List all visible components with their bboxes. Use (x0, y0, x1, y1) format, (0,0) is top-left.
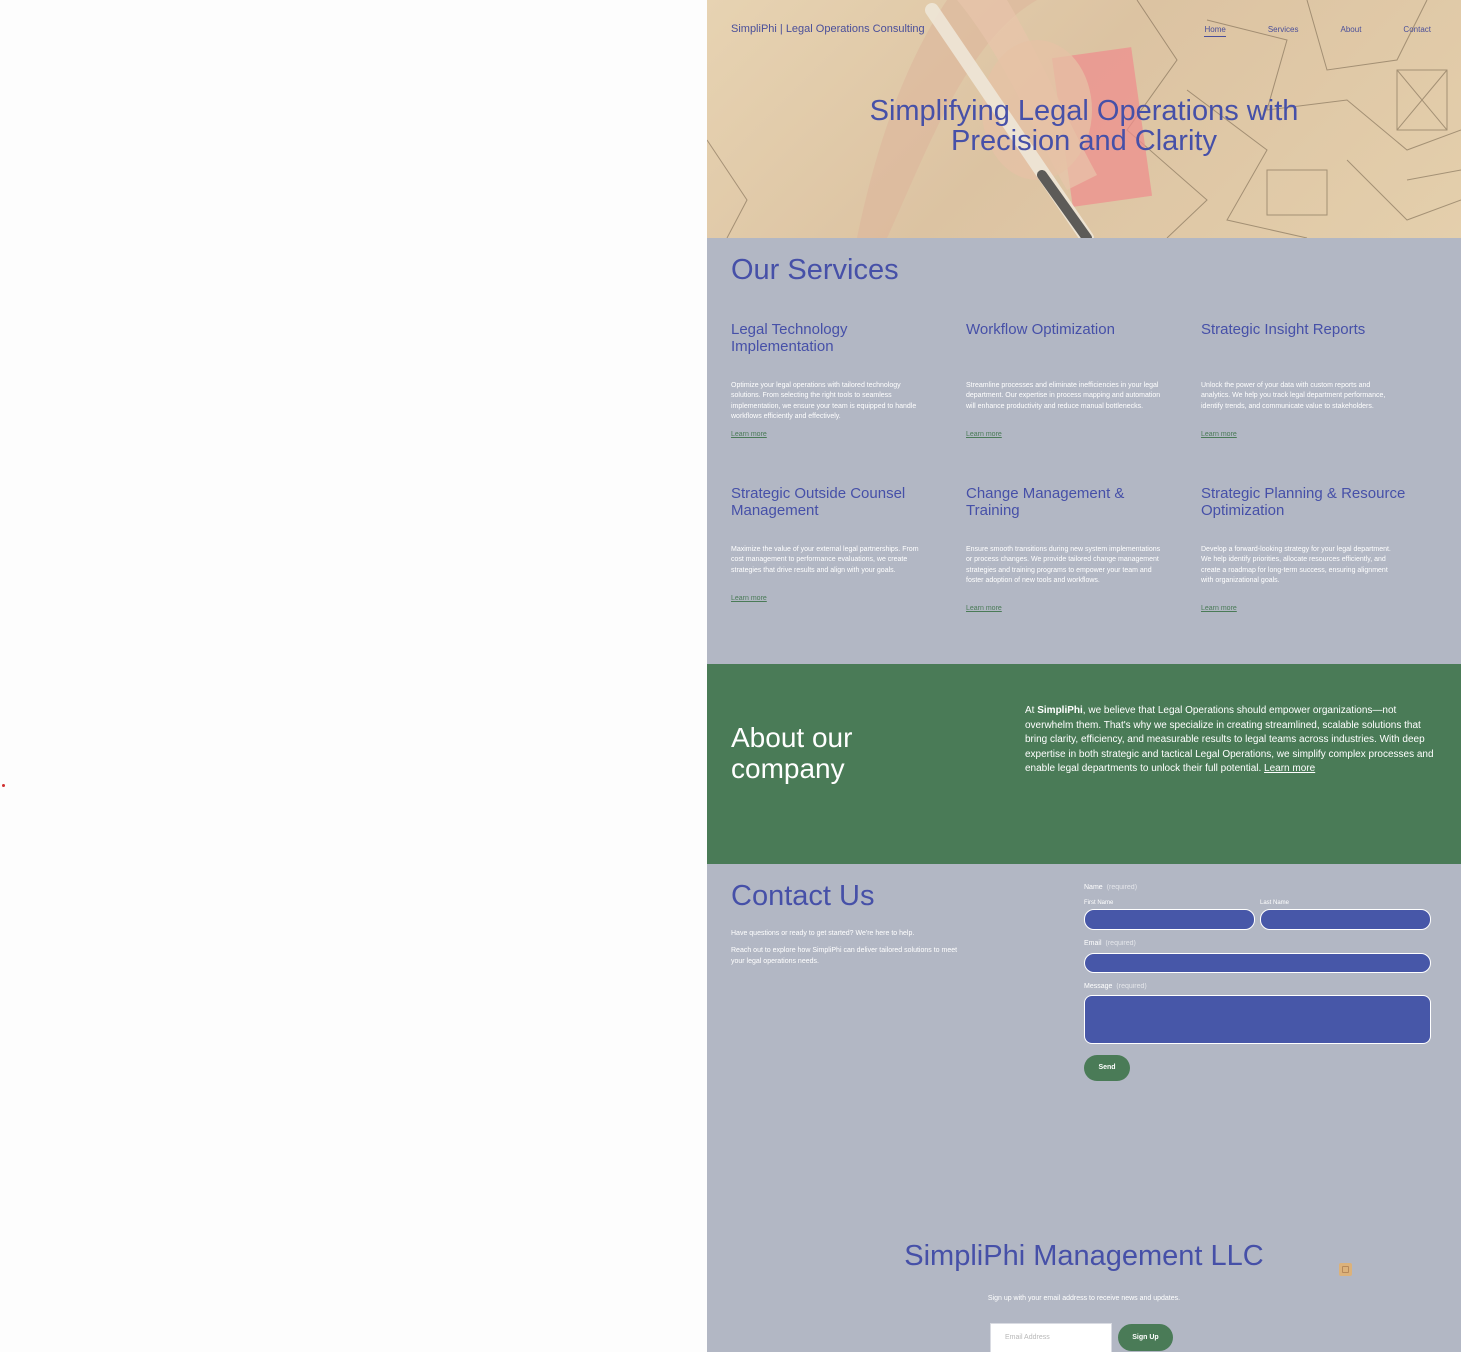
service-title: Workflow Optimization (966, 321, 1115, 338)
required-indicator: (required) (1105, 940, 1136, 947)
about-learn-more-link[interactable]: Learn more (1264, 763, 1315, 774)
service-learn-more-link[interactable]: Learn more (1201, 605, 1237, 612)
required-indicator: (required) (1116, 983, 1147, 990)
last-name-input[interactable] (1260, 909, 1431, 930)
signup-button[interactable]: Sign Up (1118, 1324, 1173, 1351)
service-card-change-management: Change Management & Training Ensure smoo… (966, 485, 1171, 612)
first-name-label: First Name (1084, 900, 1114, 906)
service-title: Strategic Outside Counsel Management (731, 485, 906, 519)
about-brand-name: SimpliPhi (1037, 705, 1083, 716)
service-title: Strategic Insight Reports (1201, 321, 1366, 338)
website-canvas: SimpliPhi | Legal Operations Consulting … (707, 0, 1461, 1352)
hero-title: Simplifying Legal Operations with Precis… (707, 96, 1461, 156)
service-card-workflow: Workflow Optimization Streamline process… (966, 321, 1171, 438)
nav-services[interactable]: Services (1268, 25, 1299, 37)
service-learn-more-link[interactable]: Learn more (1201, 431, 1237, 438)
hero-title-line-2: Precision and Clarity (951, 125, 1217, 157)
nav-contact[interactable]: Contact (1403, 25, 1431, 37)
hero-section: SimpliPhi | Legal Operations Consulting … (707, 0, 1461, 238)
main-navigation: Home Services About Contact (1162, 25, 1431, 37)
service-title: Legal Technology Implementation (731, 321, 848, 355)
message-textarea[interactable] (1084, 995, 1431, 1044)
nav-about[interactable]: About (1341, 25, 1362, 37)
nav-home[interactable]: Home (1204, 25, 1226, 37)
service-description: Maximize the value of your external lega… (731, 546, 919, 574)
service-card-outside-counsel: Strategic Outside Counsel Management Max… (731, 485, 936, 602)
name-label-text: Name (1084, 884, 1103, 891)
about-text: At SimpliPhi, we believe that Legal Oper… (1025, 704, 1435, 777)
name-label: Name (required) (1084, 884, 1137, 891)
contact-intro-text: Have questions or ready to get started? … (731, 930, 915, 937)
about-text-prefix: At (1025, 705, 1038, 716)
service-description: Unlock the power of your data with custo… (1201, 382, 1386, 410)
service-card-insight-reports: Strategic Insight Reports Unlock the pow… (1201, 321, 1406, 438)
about-text-body: , we believe that Legal Operations shoul… (1025, 705, 1434, 775)
email-label: Email (required) (1084, 940, 1136, 947)
service-card-strategic-planning: Strategic Planning & Resource Optimizati… (1201, 485, 1406, 612)
service-learn-more-link[interactable]: Learn more (731, 431, 767, 438)
send-button[interactable]: Send (1084, 1055, 1130, 1081)
contact-heading: Contact Us (731, 880, 875, 912)
service-title: Strategic Planning & Resource Optimizati… (1201, 485, 1406, 519)
required-indicator: (required) (1106, 884, 1138, 891)
message-label-text: Message (1084, 983, 1113, 990)
service-learn-more-link[interactable]: Learn more (731, 595, 767, 602)
about-heading: About our company (731, 722, 853, 784)
service-description: Develop a forward-looking strategy for y… (1201, 546, 1391, 585)
service-card-legal-technology: Legal Technology Implementation Optimize… (731, 321, 936, 438)
newsletter-description: Sign up with your email address to recei… (987, 1295, 1181, 1302)
service-description: Optimize your legal operations with tail… (731, 382, 917, 421)
service-title: Change Management & Training (966, 485, 1125, 519)
service-learn-more-link[interactable]: Learn more (966, 605, 1002, 612)
email-label-text: Email (1084, 940, 1102, 947)
hero-title-line-1: Simplifying Legal Operations with (869, 95, 1299, 127)
cookie-badge-icon[interactable] (1339, 1263, 1352, 1276)
contact-description-text: Reach out to explore how SimpliPhi can d… (731, 947, 958, 965)
services-heading: Our Services (731, 254, 899, 286)
about-section: About our company At SimpliPhi, we belie… (707, 664, 1461, 864)
first-name-input[interactable] (1084, 909, 1255, 930)
service-description: Ensure smooth transitions during new sys… (966, 546, 1161, 585)
red-marker-dot (2, 784, 5, 787)
site-brand[interactable]: SimpliPhi | Legal Operations Consulting (731, 23, 925, 35)
last-name-label: Last Name (1260, 900, 1290, 906)
service-learn-more-link[interactable]: Learn more (966, 431, 1002, 438)
service-description: Streamline processes and eliminate ineff… (966, 382, 1161, 410)
newsletter-email-input[interactable]: Email Address (990, 1323, 1112, 1352)
email-input[interactable] (1084, 953, 1431, 973)
message-label: Message (required) (1084, 983, 1147, 990)
